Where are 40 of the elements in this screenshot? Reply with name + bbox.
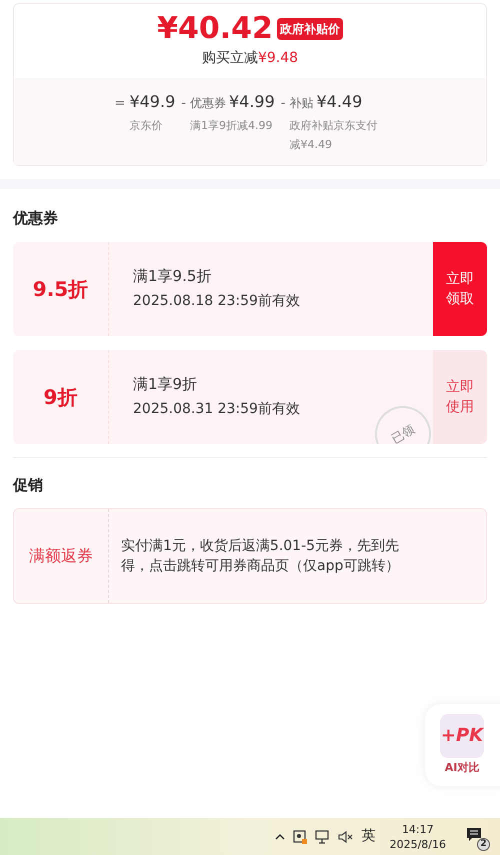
coupon-action-button[interactable]: 立即使用 bbox=[433, 350, 487, 444]
notification-button[interactable]: 2 bbox=[464, 824, 488, 848]
operator-sign: = bbox=[114, 95, 126, 113]
breakdown-amount: ¥4.99 bbox=[228, 91, 275, 113]
network-icon[interactable] bbox=[314, 830, 330, 844]
coupon-condition: 满1享9折 bbox=[133, 374, 198, 395]
ai-compare-button[interactable]: +PK AI对比 bbox=[425, 704, 500, 786]
input-method[interactable]: 英 bbox=[362, 826, 376, 847]
breakdown-note: 京东价 bbox=[129, 118, 164, 134]
coupon-condition: 满1享9.5折 bbox=[133, 266, 212, 287]
coupon-discount: 9.5折 bbox=[32, 276, 88, 302]
saving-label: 购买立减 bbox=[202, 48, 258, 68]
promotion-tag: 满额返券 bbox=[29, 544, 93, 568]
coupon-validity: 2025.08.18 23:59前有效 bbox=[133, 292, 301, 312]
coupon-validity: 2025.08.31 23:59前有效 bbox=[133, 400, 301, 420]
operator-sign: - bbox=[181, 95, 186, 113]
pk-logo: +PK bbox=[440, 714, 484, 758]
breakdown-label: 优惠券 bbox=[190, 95, 226, 112]
promotions-heading: 促销 bbox=[13, 474, 44, 496]
breakdown-amount: ¥4.49 bbox=[316, 91, 362, 113]
breakdown-amount: ¥49.9 bbox=[129, 91, 176, 113]
notification-count: 2 bbox=[477, 838, 490, 850]
coupon-discount: 9折 bbox=[44, 384, 78, 410]
breakdown-note: 政府补贴京东支付减¥4.49 bbox=[289, 118, 378, 153]
subsidy-badge: 政府补贴价 bbox=[276, 18, 343, 40]
ai-compare-label: AI对比 bbox=[444, 760, 480, 776]
breakdown-label: 补贴 bbox=[289, 95, 314, 112]
tray-app-icon[interactable] bbox=[292, 830, 307, 844]
saving-value: ¥9.48 bbox=[258, 48, 298, 68]
clock-date: 2025/8/16 bbox=[390, 836, 446, 852]
coupon-action-button[interactable]: 立即领取 bbox=[433, 242, 487, 336]
clock-time: 14:17 bbox=[402, 822, 434, 836]
subsidy-price: ¥40.42 bbox=[157, 14, 273, 44]
chevron-up-icon[interactable] bbox=[274, 833, 285, 840]
operator-sign: - bbox=[280, 95, 286, 113]
coupons-heading: 优惠券 bbox=[13, 208, 59, 229]
breakdown-note: 满1享9折减4.99 bbox=[190, 118, 274, 134]
message-icon bbox=[466, 826, 482, 842]
promotion-description: 实付满1元，收货后返满5.01-5元券，先到先得，点击跳转可用券商品页（仅app可跳转） bbox=[121, 537, 400, 576]
speaker-muted-icon[interactable] bbox=[338, 830, 354, 842]
